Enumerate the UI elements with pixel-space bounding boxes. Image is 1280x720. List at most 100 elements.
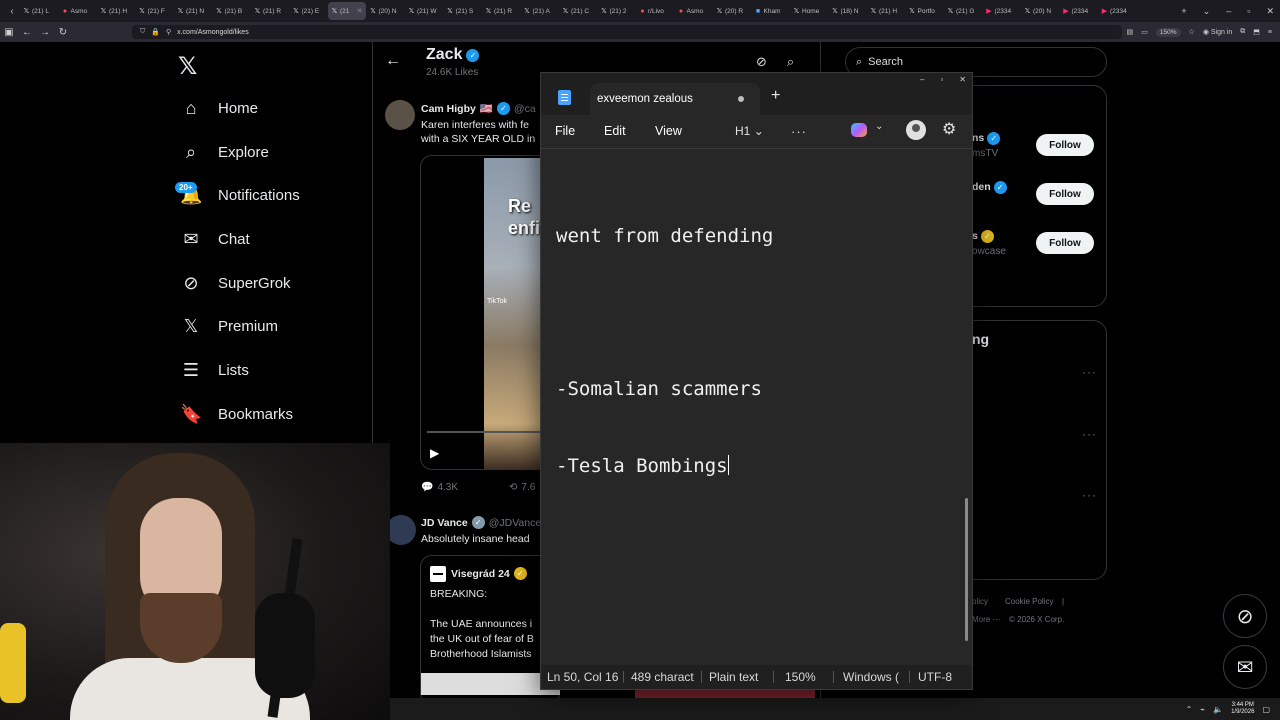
minimize-icon[interactable]: – [1226, 6, 1231, 16]
unsaved-dot-icon[interactable] [738, 96, 744, 102]
forward-icon[interactable]: → [36, 27, 54, 38]
browser-tab[interactable]: ▶ (2334 [1060, 2, 1098, 20]
x-logo[interactable]: 𝕏 [178, 52, 197, 81]
volume-icon[interactable]: 🔈 [1213, 705, 1223, 714]
close-icon[interactable]: ✕ [1266, 6, 1274, 17]
extensions-icon[interactable]: ⧉ [1240, 28, 1245, 36]
browser-tab[interactable]: 𝕏 Home [790, 2, 828, 20]
menu-edit[interactable]: Edit [604, 124, 626, 138]
browser-tab[interactable]: 𝕏 (21) 2 [598, 2, 636, 20]
browser-tab[interactable]: ● Asmo [675, 2, 713, 20]
nav-item-supergrok[interactable]: ⊘ SuperGrok [180, 268, 290, 298]
scrollbar[interactable] [965, 498, 968, 641]
browser-tab[interactable]: 𝕏 (21) R [251, 2, 289, 20]
reader-icon[interactable]: ▤ [1127, 28, 1134, 36]
network-icon[interactable]: ⌁ [1200, 705, 1205, 714]
follow-button[interactable]: Follow [1036, 232, 1094, 254]
chevron-down-icon[interactable]: ⌄ [875, 121, 883, 132]
chevron-up-icon[interactable]: ⌃ [1186, 705, 1193, 714]
character-count[interactable]: 489 charact [631, 670, 694, 684]
follow-button[interactable]: Follow [1036, 183, 1094, 205]
reload-icon[interactable]: ↻ [54, 27, 72, 38]
close-icon[interactable]: ✕ [959, 75, 966, 84]
menu-view[interactable]: View [655, 124, 682, 138]
avatar[interactable] [386, 515, 416, 545]
close-tab-icon[interactable]: ✕ [357, 7, 363, 15]
more-options-icon[interactable]: ··· [1082, 365, 1097, 379]
browser-tab[interactable]: 𝕏 (21) E [290, 2, 328, 20]
avatar[interactable] [385, 100, 415, 130]
tweet-author[interactable]: JD Vance ✓ @JDVance [421, 516, 541, 529]
signin-button[interactable]: ◉ Sign in [1203, 28, 1232, 36]
play-icon[interactable]: ▶ [430, 446, 439, 460]
browser-tab[interactable]: 𝕏 (21) W [405, 2, 443, 20]
browser-tab[interactable]: ● Asmo [59, 2, 97, 20]
footer-link[interactable]: olicy [972, 597, 988, 606]
zoom-level[interactable]: 150% [1155, 27, 1181, 37]
maximize-icon[interactable]: ▫ [940, 75, 943, 84]
back-icon[interactable]: ← [18, 27, 36, 38]
tweet-author[interactable]: Cam Higby 🇺🇸 ✓ @ca [421, 102, 536, 115]
nav-item-chat[interactable]: ✉ Chat [180, 224, 249, 254]
sidebar-icon[interactable]: ▣ [0, 27, 18, 38]
follow-button[interactable]: Follow [1036, 134, 1094, 156]
copilot-icon[interactable] [851, 123, 867, 137]
nav-item-notifications[interactable]: 🔔 Notifications [180, 180, 300, 210]
browser-tab[interactable]: 𝕏 (21) B [213, 2, 251, 20]
nav-item-explore[interactable]: ⌕ Explore [180, 137, 269, 167]
new-tab-icon[interactable]: + [1181, 6, 1186, 16]
search-icon[interactable]: ⌕ [787, 54, 794, 70]
minimize-icon[interactable]: – [920, 75, 924, 84]
nav-item-lists[interactable]: ☰ Lists [180, 355, 249, 385]
browser-tab[interactable]: ▶ (2334 [983, 2, 1021, 20]
browser-tab[interactable]: ● r/Livo [636, 2, 674, 20]
nav-item-home[interactable]: ⌂ Home [180, 93, 258, 123]
back-arrow-icon[interactable]: ← [385, 52, 401, 70]
more-options-icon[interactable]: ··· [791, 124, 807, 139]
tab-dropdown-icon[interactable]: ⌄ [1203, 6, 1211, 17]
browser-tab[interactable]: 𝕏 (21) A [521, 2, 559, 20]
more-options-icon[interactable]: ··· [1082, 427, 1097, 441]
browser-tab[interactable]: 𝕏 (21) H [867, 2, 905, 20]
repost-action[interactable]: ⟲ 7.6 [509, 482, 535, 493]
pocket-icon[interactable]: ⬒ [1253, 28, 1260, 36]
more-options-icon[interactable]: ··· [1082, 488, 1097, 502]
menu-icon[interactable]: ≡ [1268, 29, 1272, 36]
browser-tab[interactable]: 𝕏 (21 ✕ [328, 2, 366, 20]
menu-file[interactable]: File [555, 124, 575, 138]
video-progress[interactable] [427, 431, 547, 433]
browser-tab[interactable]: 𝕏 (21) S [444, 2, 482, 20]
nav-item-premium[interactable]: 𝕏 Premium [180, 311, 278, 341]
suggested-user-name[interactable]: s ✓ [972, 230, 994, 243]
notepad-tab[interactable]: exveemon zealous [590, 83, 760, 115]
messages-float-button[interactable]: ✉ [1223, 645, 1267, 689]
line-ending[interactable]: Windows ( [843, 670, 899, 684]
browser-tab[interactable]: 𝕏 (21) R [482, 2, 520, 20]
browser-tab[interactable]: 𝕏 (21) G [944, 2, 982, 20]
browser-tab[interactable]: 𝕏 (20) N [367, 2, 405, 20]
encoding[interactable]: UTF-8 [918, 670, 952, 684]
browser-tab[interactable]: 𝕏 Portfo [906, 2, 944, 20]
footer-link[interactable]: Cookie Policy [1005, 597, 1053, 606]
bookmark-star-icon[interactable]: ☆ [1189, 28, 1195, 36]
clock[interactable]: 3:44 PM 1/9/2026 [1231, 702, 1254, 716]
notification-center-icon[interactable]: ▢ [1262, 705, 1270, 714]
suggested-user-name[interactable]: ns ✓ [972, 132, 1001, 145]
gear-icon[interactable]: ⚙ [942, 119, 956, 139]
browser-tab[interactable]: 𝕏 (21) L [20, 2, 58, 20]
reply-action[interactable]: 💬 4.3K [421, 482, 458, 493]
new-tab-icon[interactable]: + [771, 87, 780, 105]
suggested-user-name[interactable]: den ✓ [972, 181, 1007, 194]
nav-item-bookmarks[interactable]: 🔖 Bookmarks [180, 399, 293, 429]
text-format[interactable]: Plain text [709, 670, 758, 684]
grok-float-button[interactable]: ⊘ [1223, 594, 1267, 638]
cursor-position[interactable]: Ln 50, Col 16 [547, 670, 618, 684]
maximize-icon[interactable]: ▫ [1247, 6, 1250, 16]
address-bar[interactable]: ⛉ 🔒 ⚲ x.com/Asmongold/likes [132, 25, 1122, 39]
browser-tab[interactable]: 𝕏 (20) R [713, 2, 751, 20]
tab-list-icon[interactable]: ‹ [4, 6, 20, 17]
browser-tab[interactable]: 𝕏 (21) C [559, 2, 597, 20]
grok-icon[interactable]: ⊘ [756, 54, 767, 70]
browser-tab[interactable]: 𝕏 (18) N [829, 2, 867, 20]
picture-in-picture-icon[interactable]: ▭ [1141, 28, 1148, 36]
